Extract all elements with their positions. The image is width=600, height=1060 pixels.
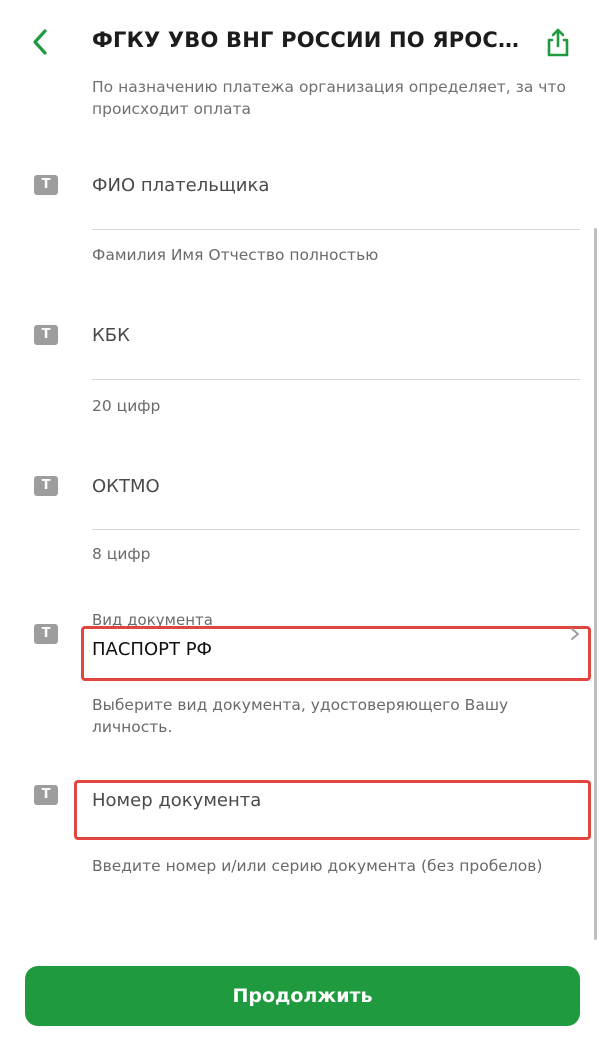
share-button[interactable] xyxy=(540,24,576,60)
text-field-icon: T xyxy=(34,624,58,644)
back-button[interactable] xyxy=(26,24,56,60)
chevron-right-icon xyxy=(571,628,579,640)
oktmo-hint: 8 цифр xyxy=(92,545,151,563)
fio-hint: Фамилия Имя Отчество полностью xyxy=(92,246,379,264)
doc-type-hint: Выберите вид документа, удостоверяющего … xyxy=(92,696,509,736)
fio-field[interactable]: ФИО плательщика xyxy=(92,175,269,196)
page-title: ФГКУ УВО ВНГ РОССИИ ПО ЯРОС… xyxy=(92,28,520,52)
fio-underline xyxy=(92,229,580,230)
scrollbar[interactable] xyxy=(594,228,597,940)
header: ФГКУ УВО ВНГ РОССИИ ПО ЯРОС… xyxy=(0,0,600,78)
continue-button[interactable]: Продолжить xyxy=(25,966,580,1026)
oktmo-underline xyxy=(92,529,580,530)
share-icon xyxy=(547,28,569,57)
oktmo-field[interactable]: ОКТМО xyxy=(92,476,160,497)
doc-number-hint: Введите номер и/или серию документа (без… xyxy=(92,857,543,875)
doc-type-value: ПАСПОРТ РФ xyxy=(92,639,213,660)
text-field-icon: T xyxy=(34,175,58,195)
chevron-left-icon xyxy=(33,29,47,55)
kbk-hint: 20 цифр xyxy=(92,397,161,415)
kbk-field[interactable]: КБК xyxy=(92,325,130,346)
text-field-icon: T xyxy=(34,476,58,496)
text-field-icon: T xyxy=(34,785,58,805)
doc-number-input[interactable] xyxy=(92,780,562,820)
payment-purpose-description: По назначению платежа организация опреде… xyxy=(92,78,566,118)
kbk-underline xyxy=(92,379,580,380)
text-field-icon: T xyxy=(34,325,58,345)
